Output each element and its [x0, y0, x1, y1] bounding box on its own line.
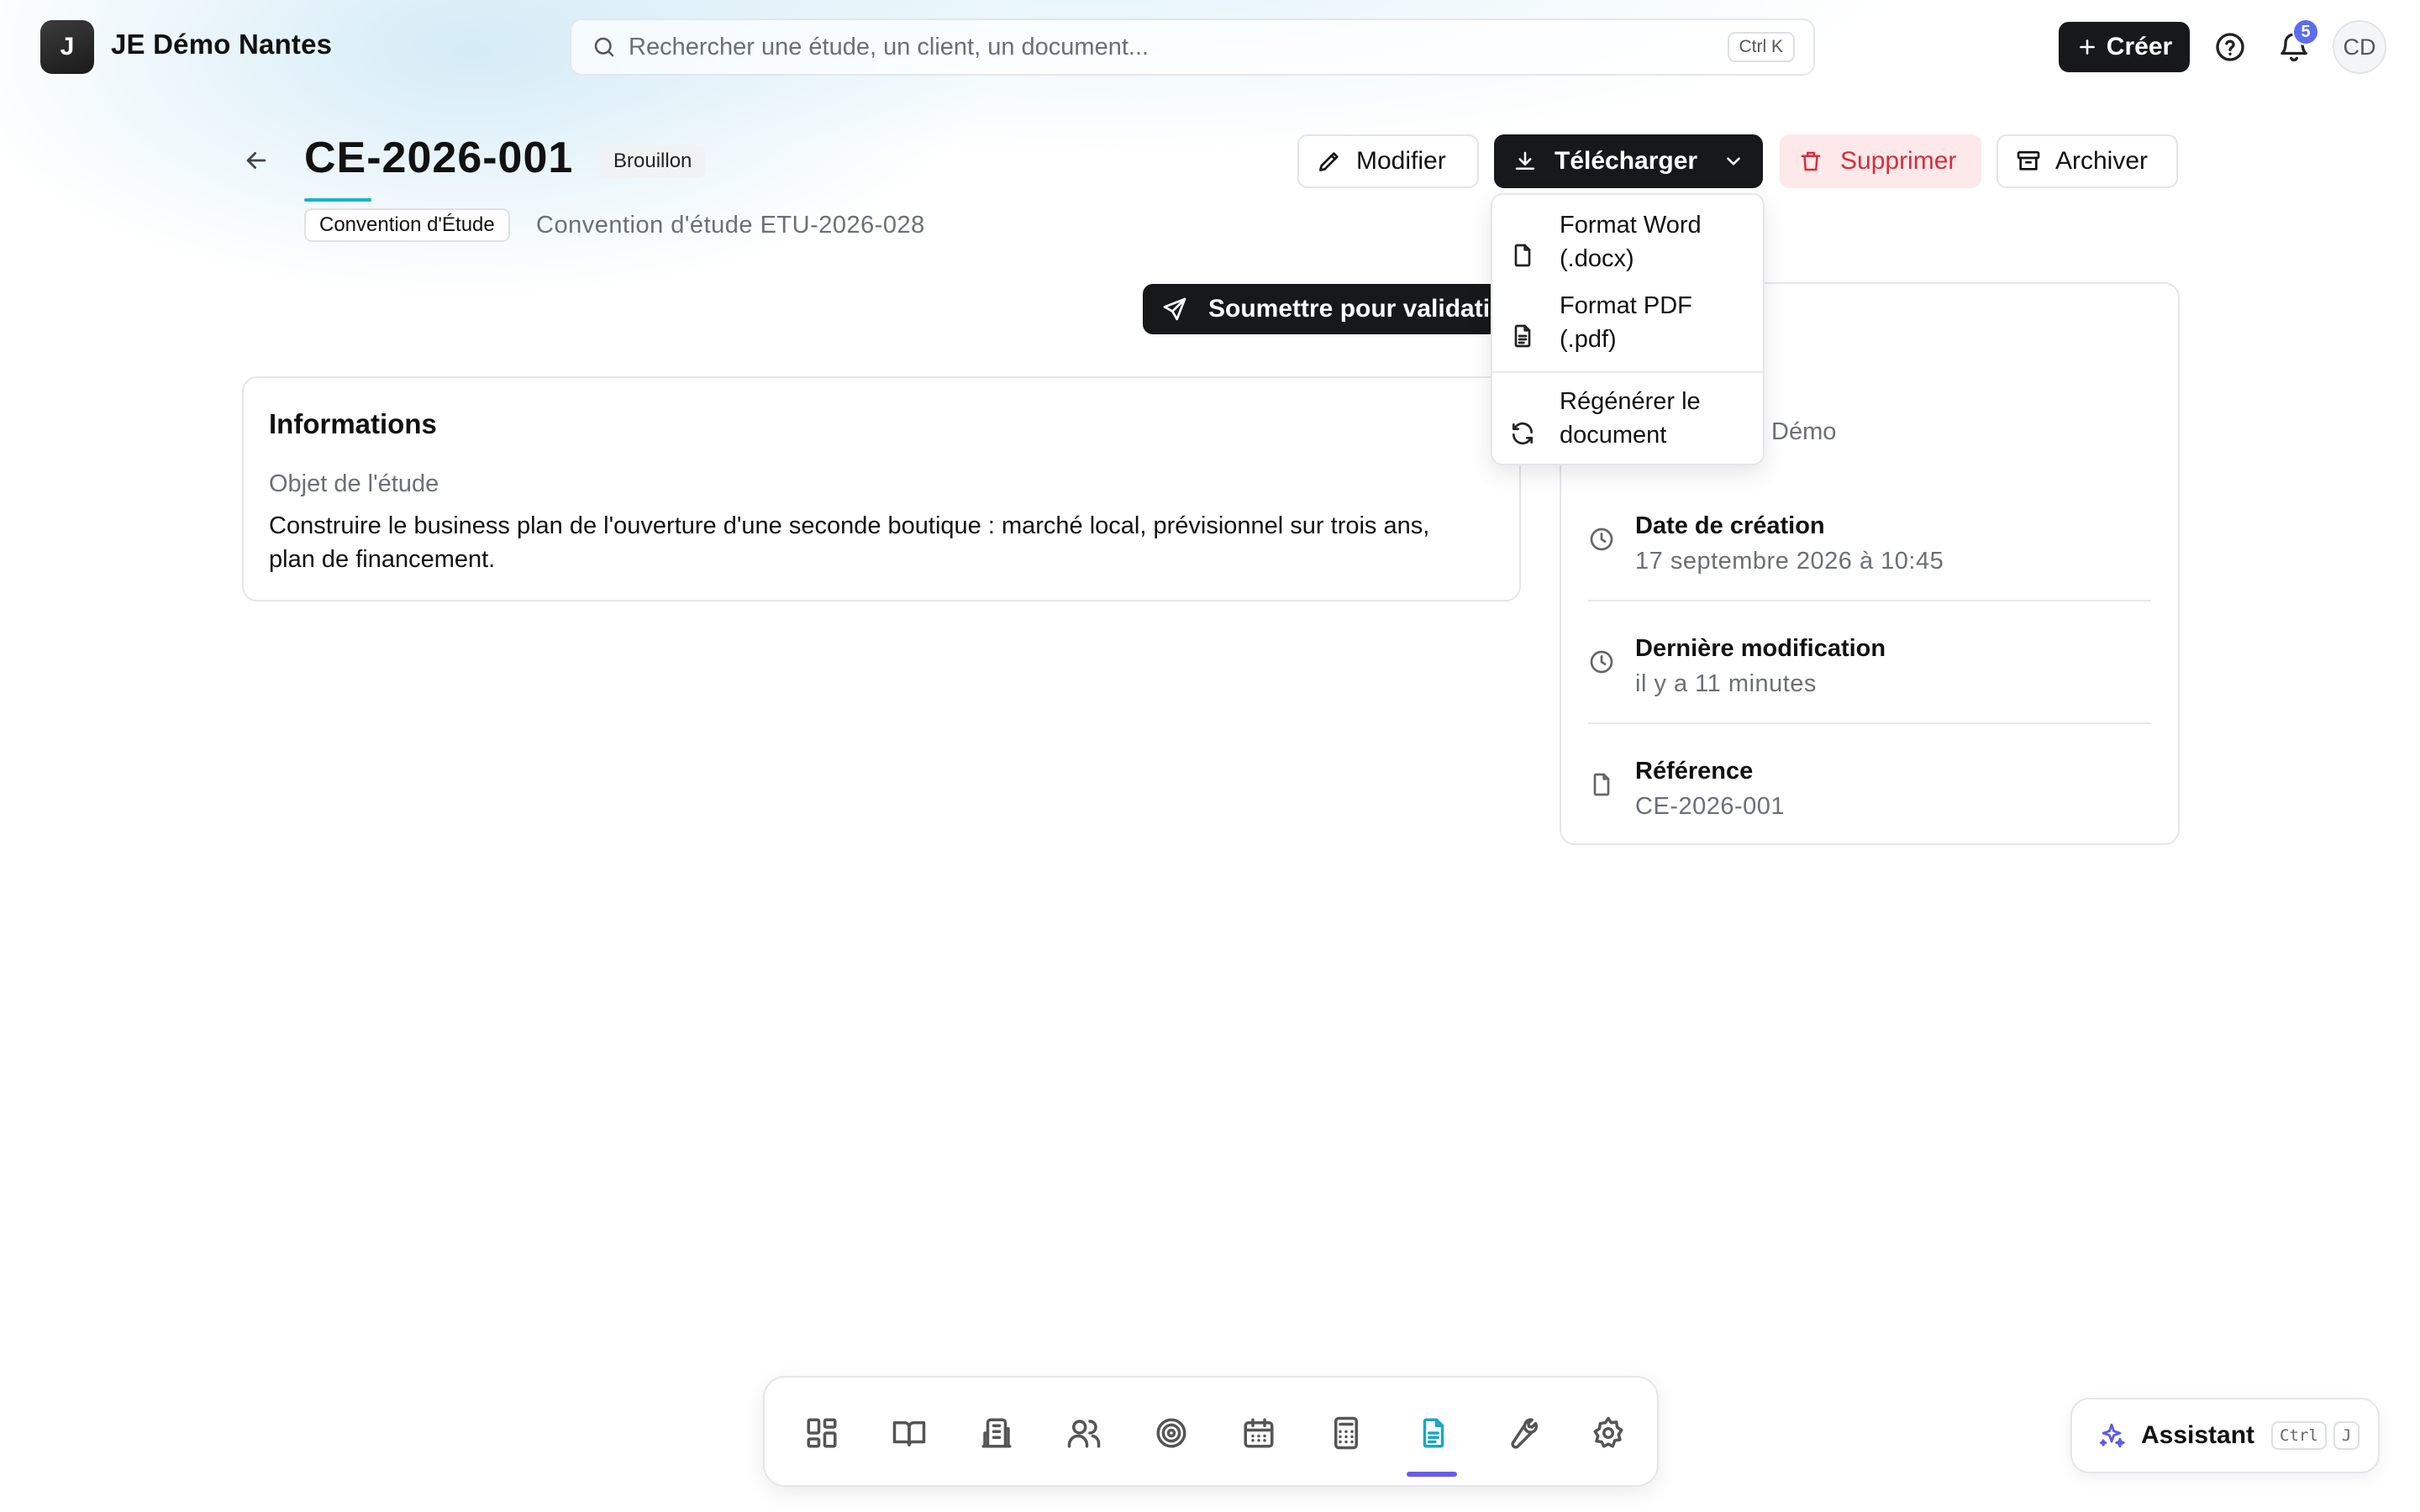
delete-button[interactable]: Supprimer — [1780, 134, 1981, 188]
dock-dashboard[interactable] — [800, 1411, 844, 1455]
dock-target[interactable] — [1150, 1411, 1193, 1455]
archive-icon — [2015, 148, 2042, 175]
submit-for-validation-button[interactable]: Soumettre pour validation — [1143, 284, 1512, 334]
back-button[interactable] — [242, 146, 271, 175]
menu-separator — [1492, 371, 1763, 373]
dock-active-indicator — [1407, 1472, 1457, 1477]
refresh-icon — [1509, 420, 1536, 447]
assistant-button[interactable]: Assistant Ctrl J — [2070, 1398, 2380, 1473]
document-subtitle: Convention d'étude ETU-2026-028 — [536, 212, 925, 239]
building-icon — [981, 1418, 1012, 1448]
menu-item-regenerate[interactable]: Régénérer le document — [1492, 385, 1763, 457]
status-badge: Brouillon — [600, 144, 706, 178]
create-button[interactable]: Créer — [2059, 22, 2190, 72]
book-icon — [892, 1421, 926, 1446]
help-button[interactable] — [2213, 30, 2247, 64]
create-label: Créer — [2106, 33, 2173, 60]
meta-value: il y a 11 minutes — [1635, 670, 1817, 697]
dock-tools[interactable] — [1499, 1411, 1543, 1455]
document-icon — [1423, 1418, 1444, 1448]
menu-item-label: Format PDF (.pdf) — [1560, 292, 1692, 353]
download-menu: Format Word (.docx) Format PDF (.pdf) Ré… — [1491, 193, 1765, 465]
search-icon — [592, 34, 617, 60]
menu-item-label: Régénérer le document — [1560, 388, 1701, 449]
assistant-shortcut-j: J — [2333, 1421, 2360, 1450]
archive-label: Archiver — [2055, 147, 2149, 175]
dock-documents[interactable] — [1412, 1411, 1455, 1455]
global-search[interactable]: Ctrl K — [570, 18, 1815, 76]
target-icon — [1156, 1418, 1186, 1448]
dock-calculator[interactable] — [1324, 1411, 1368, 1455]
file-text-icon — [1509, 323, 1536, 349]
file-icon — [1509, 242, 1536, 269]
pencil-icon — [1316, 148, 1343, 175]
object-value: Construire le business plan de l'ouvertu… — [269, 512, 1430, 573]
delete-label: Supprimer — [1840, 147, 1957, 175]
archive-button[interactable]: Archiver — [1996, 134, 2178, 188]
calendar-icon — [1244, 1418, 1274, 1448]
download-icon — [1512, 149, 1538, 174]
notifications-badge: 5 — [2292, 18, 2319, 45]
document-type-tag: Convention d'Étude — [304, 208, 510, 242]
meta-row-modified: Dernière modification il y a 11 minutes — [1588, 601, 2151, 724]
dock-settings[interactable] — [1586, 1411, 1630, 1455]
plus-icon — [2076, 36, 2098, 58]
help-icon — [2216, 33, 2244, 61]
sparkles-icon — [2097, 1421, 2126, 1450]
dock-calendar[interactable] — [1237, 1411, 1281, 1455]
dock-building[interactable] — [975, 1411, 1018, 1455]
user-avatar[interactable]: CD — [2333, 20, 2386, 74]
information-card: Informations Objet de l'étude Construire… — [242, 376, 1521, 601]
assistant-shortcut-ctrl: Ctrl — [2271, 1421, 2327, 1450]
org-logo[interactable]: J — [40, 20, 94, 74]
settings-icon — [1593, 1416, 1623, 1448]
send-icon — [1161, 296, 1188, 323]
meta-label: Référence — [1635, 758, 1754, 785]
download-label: Télécharger — [1555, 147, 1698, 175]
dashboard-icon — [807, 1418, 837, 1448]
meta-value: 17 septembre 2026 à 10:45 — [1635, 548, 1944, 575]
org-name: JE Démo Nantes — [111, 29, 333, 60]
calculator-icon — [1334, 1416, 1358, 1450]
search-shortcut: Ctrl K — [1727, 32, 1795, 62]
menu-item-label: Format Word (.docx) — [1560, 212, 1702, 272]
meta-partial-value: Démo — [1771, 418, 1837, 445]
dock-users[interactable] — [1062, 1411, 1106, 1455]
top-bar: J JE Démo Nantes Ctrl K Créer 5 CD — [0, 0, 2420, 94]
wrench-icon — [1511, 1418, 1539, 1449]
dock-book[interactable] — [887, 1411, 931, 1455]
menu-item-word[interactable]: Format Word (.docx) — [1492, 208, 1763, 281]
title-underline — [304, 198, 371, 202]
chevron-down-icon — [1723, 150, 1744, 172]
file-icon — [1588, 771, 1615, 798]
modify-label: Modifier — [1356, 147, 1446, 175]
arrow-left-icon — [246, 152, 266, 169]
page-title: CE-2026-001 — [304, 134, 574, 182]
clock-icon — [1588, 526, 1615, 553]
bottom-dock — [763, 1376, 1659, 1487]
object-label: Objet de l'étude — [269, 470, 439, 497]
meta-row-reference: Référence CE-2026-001 — [1588, 724, 2151, 847]
users-icon — [1067, 1420, 1101, 1448]
meta-value: CE-2026-001 — [1635, 793, 1785, 820]
search-input[interactable] — [629, 33, 1637, 61]
meta-label: Date de création — [1635, 512, 1825, 539]
meta-row-created: Date de création 17 septembre 2026 à 10:… — [1588, 479, 2151, 601]
card-title: Informations — [269, 408, 437, 439]
modify-button[interactable]: Modifier — [1297, 134, 1479, 188]
download-button[interactable]: Télécharger — [1494, 134, 1763, 188]
trash-icon — [1798, 149, 1823, 174]
menu-item-pdf[interactable]: Format PDF (.pdf) — [1492, 289, 1763, 361]
submit-label: Soumettre pour validation — [1208, 295, 1512, 323]
assistant-label: Assistant — [2141, 1421, 2255, 1449]
meta-label: Dernière modification — [1635, 635, 1886, 662]
clock-icon — [1588, 648, 1615, 675]
